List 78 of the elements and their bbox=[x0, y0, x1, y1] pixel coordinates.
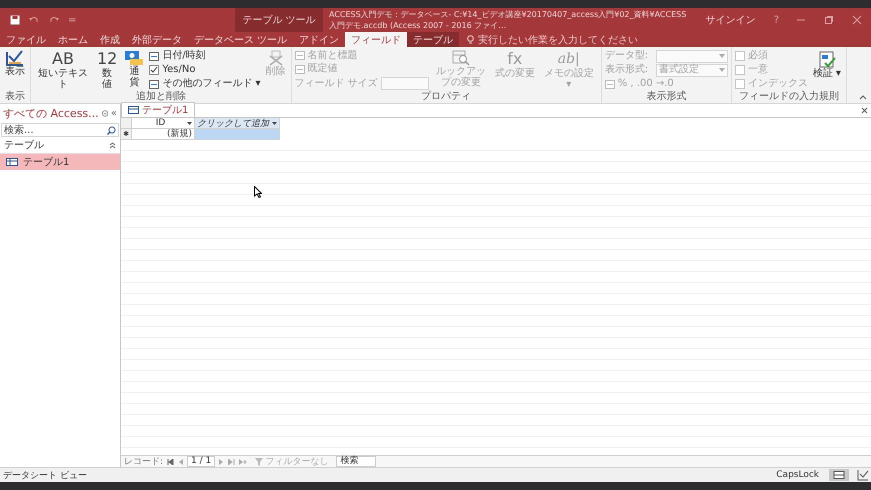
pencil-ruler-icon bbox=[6, 50, 24, 66]
contextual-tab-label: テーブル ツール bbox=[235, 8, 323, 32]
ribbon-group-label: 表示 bbox=[4, 91, 26, 103]
redo-icon[interactable] bbox=[48, 15, 60, 25]
collapse-pane-button[interactable]: « bbox=[110, 108, 117, 119]
sign-in-link[interactable]: サインイン bbox=[696, 8, 766, 32]
undo-icon[interactable] bbox=[28, 15, 40, 25]
field-icon bbox=[149, 52, 160, 60]
close-icon[interactable] bbox=[852, 15, 862, 25]
next-record-icon[interactable] bbox=[219, 458, 224, 464]
search-icon bbox=[107, 126, 116, 134]
restore-icon[interactable] bbox=[824, 15, 834, 25]
navigation-pane-title[interactable]: すべての Access... bbox=[3, 106, 99, 121]
dropdown-arrow-icon bbox=[718, 54, 725, 58]
checkbox[interactable]: Yes/No bbox=[149, 64, 261, 76]
delete-icon bbox=[268, 50, 284, 66]
ribbon-tab[interactable]: テーブル bbox=[407, 32, 460, 47]
dropdown-arrow-icon bbox=[718, 68, 725, 72]
ribbon-button[interactable]: 通貨 bbox=[122, 49, 146, 89]
ribbon-button[interactable]: その他のフィールド ▾ bbox=[149, 78, 261, 90]
design-view-icon[interactable] bbox=[857, 469, 869, 481]
ribbon-button[interactable]: 日付/時刻 bbox=[149, 50, 261, 62]
tell-me-field[interactable]: 実行したい作業を入力してください bbox=[459, 32, 638, 47]
current-record-field[interactable]: 1 / 1 bbox=[187, 456, 216, 467]
money-icon bbox=[124, 50, 144, 66]
ribbon-group-label: 追加と削除 bbox=[134, 91, 187, 103]
column-header[interactable]: クリックして追加 bbox=[195, 118, 280, 129]
dropdown-arrow-icon bbox=[272, 122, 277, 124]
ribbon-button[interactable]: 検証 ▾ bbox=[810, 49, 843, 80]
help-button[interactable]: ? bbox=[766, 8, 787, 32]
options-icon[interactable] bbox=[102, 109, 108, 118]
lightbulb-icon bbox=[467, 34, 474, 44]
clipboard-check-icon bbox=[818, 50, 836, 68]
document-tab[interactable]: テーブル1 bbox=[121, 102, 196, 117]
checkmark-icon bbox=[150, 66, 158, 74]
ribbon-group-label: プロパティ bbox=[420, 91, 472, 103]
ribbon-tab[interactable]: フィールド bbox=[345, 32, 408, 47]
search-field[interactable]: 検索 bbox=[336, 456, 376, 467]
ribbon-button[interactable]: 12 数値 bbox=[95, 49, 120, 91]
first-record-icon[interactable] bbox=[167, 458, 174, 464]
ribbon-tab[interactable]: アドイン bbox=[293, 32, 346, 47]
caps-lock-indicator: CapsLock bbox=[776, 470, 819, 480]
last-record-icon[interactable] bbox=[228, 458, 236, 464]
record-label: レコード: bbox=[124, 456, 164, 468]
ribbon-button[interactable]: AB 短いテキスト bbox=[34, 49, 92, 91]
previous-record-icon[interactable] bbox=[178, 458, 184, 464]
dropdown-label: データ型: bbox=[604, 50, 650, 62]
field-icon bbox=[604, 80, 615, 89]
field-icon bbox=[294, 64, 305, 74]
customize-toolbar-button[interactable]: = bbox=[68, 14, 76, 26]
dropdown-label: 表示形式: bbox=[604, 64, 650, 76]
table-cell[interactable] bbox=[195, 129, 280, 140]
field-size-label: フィールド サイズ bbox=[294, 78, 378, 90]
new-record-icon[interactable] bbox=[239, 458, 248, 464]
ribbon-tab[interactable]: データベース ツール bbox=[188, 32, 294, 47]
window-title: ACCESS入門デモ : データベース- C:¥14_ビデオ講座¥20170407_access入門¥02_資料¥ACCESS入門デモ.accdb (Access 2007 - 2016 ファイ… bbox=[328, 9, 688, 32]
double-chevron-icon bbox=[109, 142, 116, 148]
ribbon-group-label: 表示形式 bbox=[645, 91, 688, 103]
dropdown-arrow-icon bbox=[187, 122, 192, 124]
ribbon-tab[interactable]: 作成 bbox=[94, 32, 126, 47]
view-status: データシート ビュー bbox=[3, 470, 87, 482]
ribbon-tab[interactable]: ファイル bbox=[0, 32, 52, 47]
search-field[interactable]: 検索... bbox=[1, 123, 119, 137]
field-icon bbox=[294, 51, 305, 60]
save-icon[interactable] bbox=[10, 15, 20, 25]
datasheet-view-icon[interactable] bbox=[829, 469, 849, 481]
navigation-item[interactable]: テーブル1 bbox=[0, 154, 120, 170]
field-icon bbox=[149, 80, 160, 88]
table-search-icon bbox=[452, 50, 470, 66]
ribbon-button[interactable]: 表示 bbox=[3, 49, 27, 78]
table-icon bbox=[6, 158, 18, 166]
collapse-ribbon-icon[interactable] bbox=[859, 94, 867, 100]
table-icon bbox=[128, 106, 139, 114]
ribbon-tab[interactable]: 外部データ bbox=[126, 32, 188, 47]
close-icon[interactable] bbox=[861, 107, 868, 114]
ribbon-group-label: フィールドの入力規則 bbox=[738, 91, 840, 103]
mouse-pointer-icon bbox=[254, 186, 262, 198]
ribbon-tab[interactable]: ホーム bbox=[52, 32, 94, 47]
